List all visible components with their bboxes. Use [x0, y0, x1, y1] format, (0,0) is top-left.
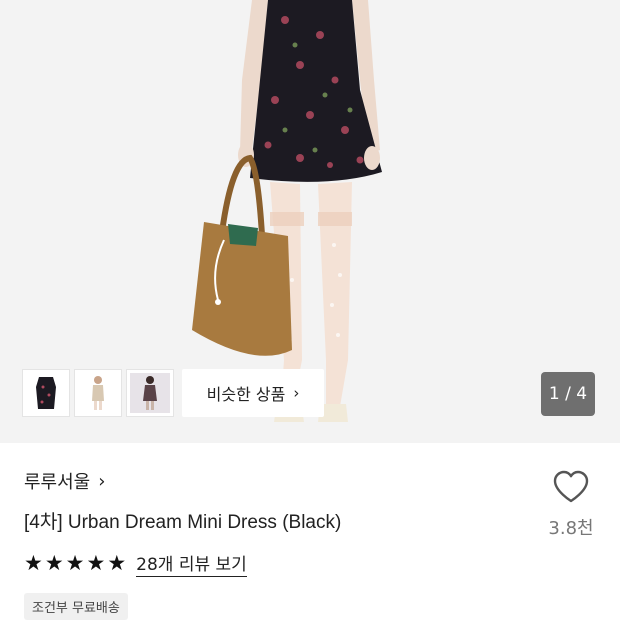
model-dark-photo — [130, 373, 170, 413]
star-icon: ★ — [44, 551, 64, 575]
heart-icon — [553, 470, 589, 503]
brand-link[interactable]: 루루서울 › — [24, 468, 105, 494]
similar-products-button[interactable]: 비슷한 상품 › — [182, 369, 324, 417]
brand-name: 루루서울 — [24, 472, 91, 493]
like-count: 3.8천 — [548, 518, 594, 539]
product-title: [4차] Urban Dream Mini Dress (Black) — [24, 512, 342, 533]
like-button[interactable]: 3.8천 — [543, 470, 599, 540]
rating-row: ★ ★ ★ ★ ★ 28개 리뷰 보기 — [24, 550, 247, 577]
similar-products-label: 비슷한 상품 — [206, 385, 286, 404]
star-icon: ★ — [107, 551, 127, 575]
dress-flat-photo — [36, 377, 56, 409]
chevron-right-icon: › — [98, 470, 106, 492]
star-icon: ★ — [86, 551, 106, 575]
thumbnail-3[interactable] — [126, 369, 174, 417]
star-icon: ★ — [65, 551, 85, 575]
reviews-link[interactable]: 28개 리뷰 보기 — [136, 550, 247, 577]
thumbnail-strip: 비슷한 상품 › — [22, 369, 324, 417]
thumbnail-2[interactable] — [74, 369, 122, 417]
model-beige-photo — [92, 376, 104, 410]
chevron-right-icon: › — [293, 384, 300, 402]
shipping-badge: 조건부 무료배송 — [24, 593, 128, 620]
rating-stars: ★ ★ ★ ★ ★ — [24, 553, 126, 574]
image-counter: 1 / 4 — [541, 372, 595, 416]
thumbnail-1[interactable] — [22, 369, 70, 417]
star-icon: ★ — [24, 551, 43, 575]
